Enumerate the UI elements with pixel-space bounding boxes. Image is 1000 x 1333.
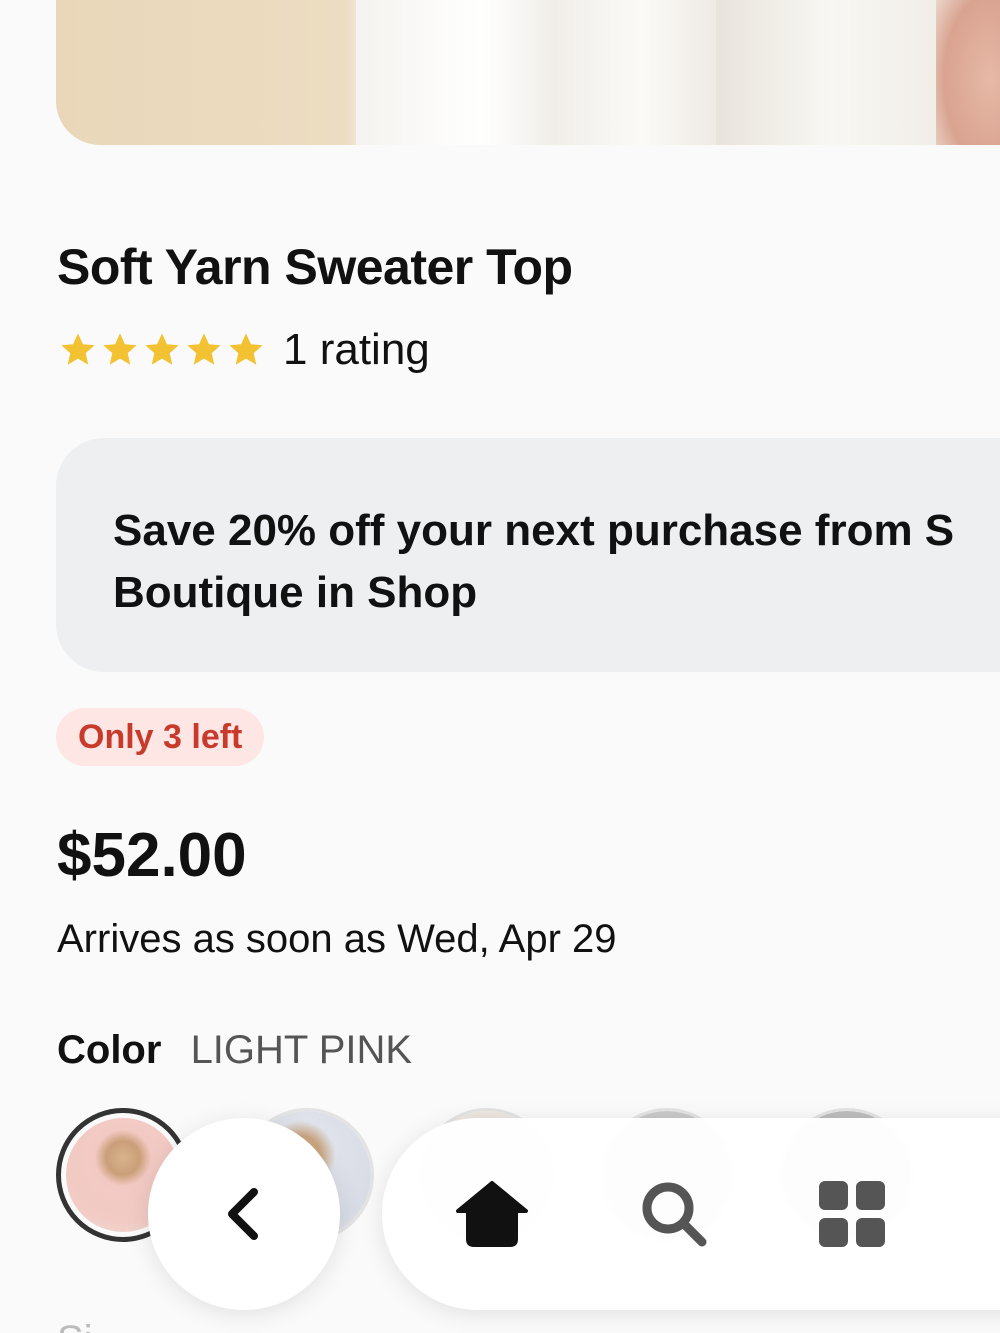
search-icon bbox=[642, 1182, 707, 1247]
bottom-nav bbox=[382, 1118, 1000, 1310]
star-icon bbox=[229, 333, 263, 365]
color-selector-label: Color LIGHT PINK bbox=[57, 1028, 412, 1073]
rating-count: 1 rating bbox=[283, 325, 430, 374]
back-button[interactable] bbox=[148, 1118, 340, 1310]
chevron-left-icon bbox=[228, 1188, 258, 1240]
home-icon bbox=[456, 1181, 528, 1247]
selected-color: LIGHT PINK bbox=[190, 1028, 413, 1072]
search-button[interactable] bbox=[638, 1178, 710, 1250]
stock-badge: Only 3 left bbox=[56, 708, 265, 766]
product-page: Soft Yarn Sweater Top 1 rating Save 20% … bbox=[0, 0, 1000, 1333]
promo-text: Save 20% off your next purchase from S B… bbox=[113, 506, 955, 617]
delivery-estimate: Arrives as soon as Wed, Apr 29 bbox=[57, 917, 617, 961]
color-label: Color bbox=[57, 1028, 162, 1072]
product-image[interactable] bbox=[56, 0, 1000, 145]
star-icon bbox=[61, 333, 95, 365]
home-button[interactable] bbox=[454, 1179, 530, 1249]
product-title: Soft Yarn Sweater Top bbox=[57, 239, 573, 295]
grid-icon bbox=[819, 1181, 885, 1247]
rating-row[interactable]: 1 rating bbox=[57, 322, 430, 378]
star-icon bbox=[187, 333, 221, 365]
promo-banner[interactable]: Save 20% off your next purchase from S B… bbox=[56, 438, 1000, 672]
star-icon bbox=[145, 333, 179, 365]
size-section-label: Si bbox=[57, 1318, 93, 1333]
rating-stars bbox=[57, 329, 267, 371]
star-icon bbox=[103, 333, 137, 365]
product-price: $52.00 bbox=[57, 821, 247, 890]
categories-button[interactable] bbox=[817, 1179, 887, 1249]
